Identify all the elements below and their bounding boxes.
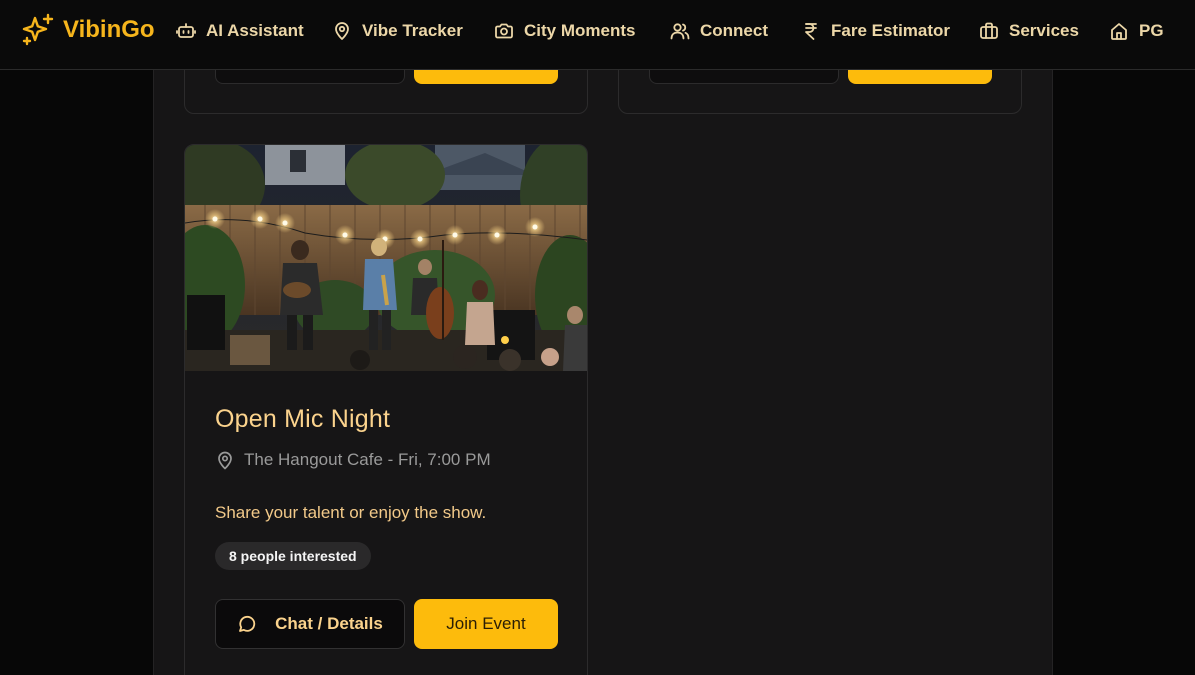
camera-icon [494,21,514,41]
brand-name: VibinGo [63,16,155,43]
sparkles-icon [22,13,54,46]
nav-label: AI Assistant [206,21,304,40]
event-description: Share your talent or enjoy the show. [215,503,487,522]
join-event-button[interactable]: Join Event [414,599,558,649]
event-card: Open Mic Night The Hangout Cafe - Fri, 7… [184,144,588,675]
nav-services[interactable]: Services [979,18,1079,44]
event-location: The Hangout Cafe - Fri, 7:00 PM [215,448,491,472]
nav-label: PG [1139,21,1164,40]
chat-details-button[interactable]: Chat / Details [215,599,405,649]
users-icon [670,21,690,41]
rupee-icon [801,21,821,41]
event-title: Open Mic Night [215,405,391,433]
event-location-text: The Hangout Cafe - Fri, 7:00 PM [244,450,491,469]
app-root: VibinGo AI Assistant Vibe Tracker City M… [0,0,1195,675]
event-image [185,145,587,371]
map-pin-icon [332,21,352,41]
briefcase-icon [979,21,999,41]
nav-ai-assistant[interactable]: AI Assistant [176,18,304,44]
brand-logo[interactable]: VibinGo [20,12,155,48]
bot-icon [176,21,196,41]
nav-vibe-tracker[interactable]: Vibe Tracker [332,18,463,44]
nav-label: Connect [700,21,768,40]
message-circle-icon [239,615,256,632]
nav-connect[interactable]: Connect [670,18,768,44]
nav-label: Services [1009,21,1079,40]
interested-count-badge: 8 people interested [215,542,371,570]
home-icon [1109,21,1129,41]
map-pin-icon [218,451,232,470]
nav-label: Vibe Tracker [362,21,463,40]
chat-details-label: Chat / Details [275,614,383,633]
top-navbar: VibinGo AI Assistant Vibe Tracker City M… [0,0,1195,70]
nav-fare-estimator[interactable]: Fare Estimator [801,18,950,44]
nav-label: City Moments [524,21,636,40]
nav-pg[interactable]: PG [1109,18,1164,44]
join-event-label: Join Event [446,614,526,633]
nav-label: Fare Estimator [831,21,951,40]
nav-city-moments[interactable]: City Moments [494,18,635,44]
